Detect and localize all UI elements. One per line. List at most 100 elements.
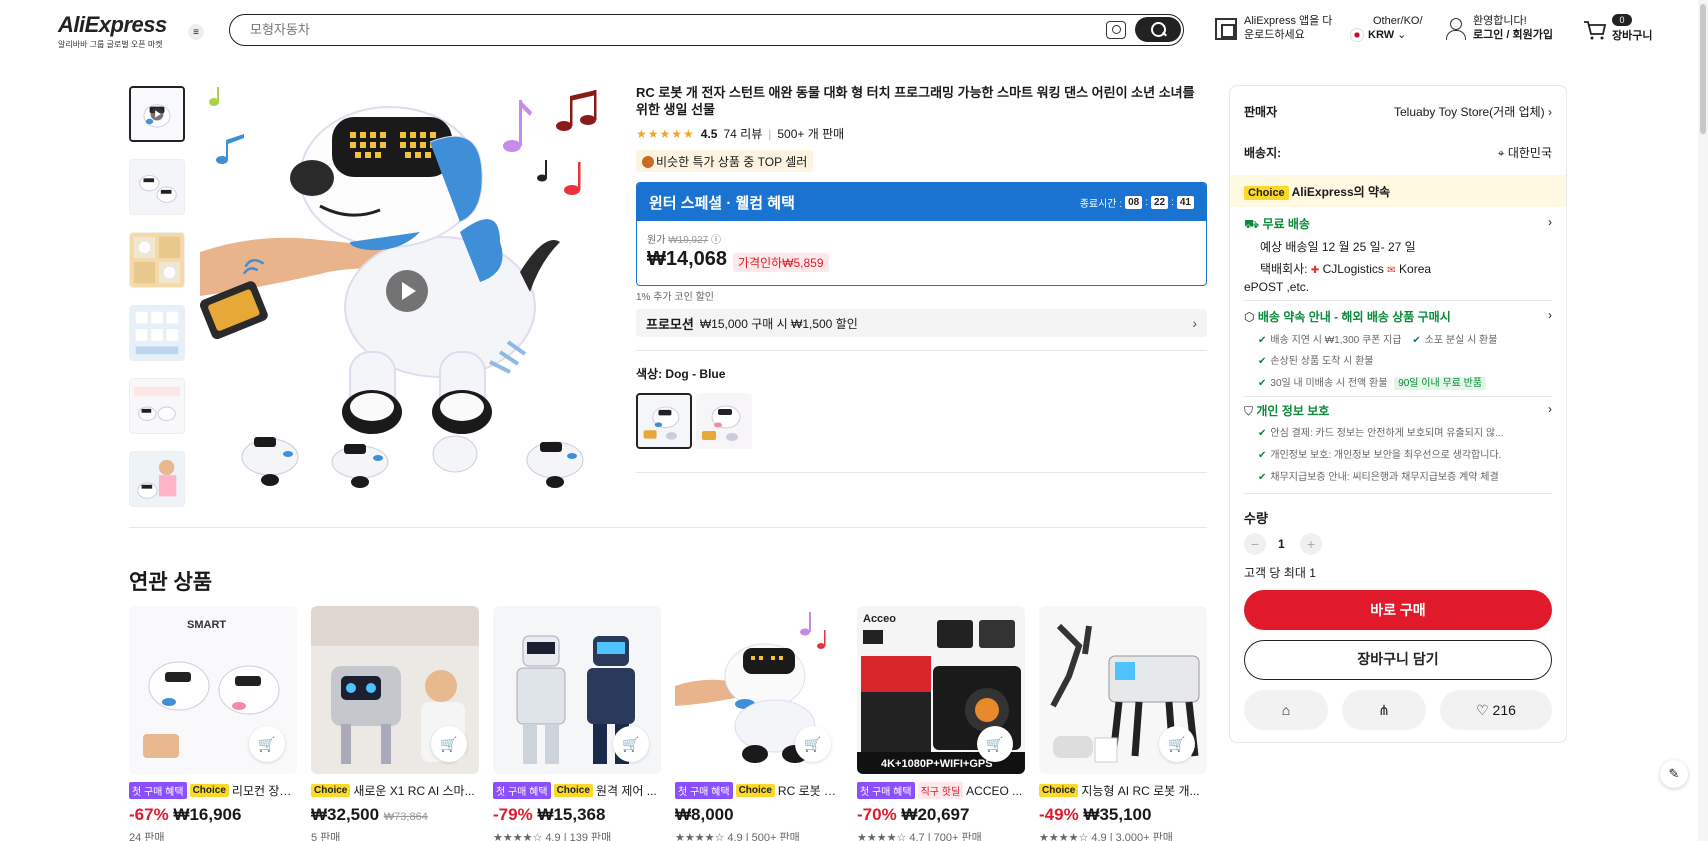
product-card[interactable]: 🛒 Choice 새로운 X1 RC AI 스마... ₩32,500 ₩73,… xyxy=(311,606,479,841)
product-card-image[interactable]: 🛒 xyxy=(311,606,479,774)
rating-stars-icon: ★★★★★ xyxy=(636,126,695,141)
purchase-limit: 고객 당 최대 1 xyxy=(1244,566,1316,580)
divider xyxy=(1244,396,1552,397)
add-to-cart-icon[interactable]: 🛒 xyxy=(1159,726,1195,762)
review-count-link[interactable]: 74 리뷰 xyxy=(723,125,762,142)
account-menu[interactable]: 환영합니다! 로그인 / 회원가입 xyxy=(1473,14,1553,42)
privacy-title: 개인 정보 보호 xyxy=(1256,404,1330,418)
scrollbar-thumb[interactable] xyxy=(1700,4,1706,134)
color-label: 색상: Dog - Blue xyxy=(636,367,726,381)
check-icon: ✔ xyxy=(1258,356,1267,367)
camera-search-icon[interactable] xyxy=(1106,21,1126,39)
thumbnail[interactable] xyxy=(129,451,185,507)
ship-to-country: 대한민국 xyxy=(1507,146,1552,160)
product-card[interactable]: 🛒 Choice 지능형 AI RC 로봇 개... -49% ₩35,100 … xyxy=(1039,606,1207,841)
direct-deal-tag: 직구 핫딜 xyxy=(917,782,964,799)
thumbnail[interactable] xyxy=(129,378,185,434)
add-to-cart-button[interactable]: 장바구니 담기 xyxy=(1244,640,1552,680)
choice-tag: Choice xyxy=(189,784,229,797)
product-card-price: -79% ₩15,368 xyxy=(493,805,661,825)
logo[interactable]: AliExpress 알리바바 그룹 글로벌 오픈 마켓 xyxy=(58,12,178,50)
app-download[interactable]: AliExpress 앱을 다 운로드하세요 xyxy=(1244,14,1332,42)
cart-icon[interactable] xyxy=(1583,20,1607,40)
add-to-cart-icon[interactable]: 🛒 xyxy=(613,726,649,762)
free-shipping-label: 무료 배송 xyxy=(1262,217,1310,231)
ship-to-value[interactable]: ⌖ 대한민국 xyxy=(1498,144,1552,161)
divider xyxy=(129,527,1207,528)
quantity-decrease-button[interactable]: − xyxy=(1244,533,1266,555)
add-to-cart-icon[interactable]: 🛒 xyxy=(977,726,1013,762)
store-button[interactable]: ⌂ xyxy=(1244,690,1328,730)
add-to-cart-icon[interactable]: 🛒 xyxy=(249,726,285,762)
original-price: ₩73,864 xyxy=(383,811,428,823)
product-card-image[interactable]: 🛒 xyxy=(675,606,843,774)
check-icon: ✔ xyxy=(1258,450,1267,461)
seller-name-link[interactable]: Teluaby Toy Store(거래 업체) › xyxy=(1394,103,1552,120)
ship-to-row[interactable]: 배송지: ⌖ 대한민국 xyxy=(1244,144,1552,161)
search-button[interactable] xyxy=(1135,17,1181,42)
region-selector[interactable]: Other/KO/ KRW ⌄ xyxy=(1350,14,1423,43)
product-card-image[interactable]: 🛒 xyxy=(1039,606,1207,774)
color-swatch-pink[interactable] xyxy=(696,393,752,449)
product-card-image[interactable]: Acceo 4K+1080P+WIFI+GPS 🛒 xyxy=(857,606,1025,774)
product-card-sold: ★★★★☆ 4.9 | 139 판매 xyxy=(493,832,612,841)
chevron-right-icon: › xyxy=(1548,105,1552,119)
login-link: 로그인 / 회원가입 xyxy=(1473,29,1554,41)
seller-row[interactable]: 판매자 Teluaby Toy Store(거래 업체) › xyxy=(1244,103,1552,120)
product-card[interactable]: 🛒 첫 구매 혜택 Choice RC 로봇 개... ₩8,000 ★★★★☆… xyxy=(675,606,843,841)
currency-label: KRW xyxy=(1368,29,1395,41)
check-icon: ✔ xyxy=(1258,335,1267,346)
product-card[interactable]: Acceo 4K+1080P+WIFI+GPS 🛒 첫 구매 혜택 직구 핫딜 A… xyxy=(857,606,1025,841)
carrier-row: 택배회사: ✚ CJLogistics ✉ Korea xyxy=(1260,260,1552,277)
top-seller-badge: 비슷한 특가 상품 중 TOP 셀러 xyxy=(636,150,814,172)
search-input[interactable] xyxy=(250,22,1030,37)
carrier-epost: ePOST ,etc. xyxy=(1244,280,1310,294)
delivery-guarantee-row[interactable]: ⬡ 배송 약속 안내 - 해외 배송 상품 구매시 › xyxy=(1244,308,1552,325)
cart-label[interactable]: 장바구니 xyxy=(1612,29,1652,43)
user-icon[interactable] xyxy=(1445,18,1466,40)
sale-price: ₩14,068 xyxy=(647,248,728,270)
product-card-image[interactable]: 🛒 xyxy=(493,606,661,774)
play-video-button[interactable] xyxy=(386,270,428,312)
korea-flag-icon xyxy=(1350,28,1364,43)
wishlist-button[interactable]: ♡ 216 xyxy=(1440,690,1552,730)
main-product-image[interactable] xyxy=(200,82,615,500)
thumbnail[interactable] xyxy=(129,232,185,288)
chevron-right-icon: › xyxy=(1192,315,1197,331)
privacy-row[interactable]: ⛉ 개인 정보 보호 › xyxy=(1244,402,1552,419)
discount-percent: -70% xyxy=(857,805,897,824)
guarantee-item: ✔ 배송 지연 시 ₩1,300 쿠폰 지급 ✔ 소포 분실 시 환불 xyxy=(1258,331,1552,346)
product-card[interactable]: SMART 🛒 첫 구매 혜택 Choice 리모컨 장난... -67% ₩1… xyxy=(129,606,297,841)
privacy-item: ✔ 개인정보 보호: 개인정보 보안을 최우선으로 생각합니다. xyxy=(1258,446,1552,461)
quantity-label: 수량 xyxy=(1244,511,1268,526)
menu-icon[interactable]: ≡ xyxy=(188,24,204,40)
cj-logo-icon: ✚ xyxy=(1310,265,1320,276)
product-card-name: 원격 제어 ... xyxy=(595,784,657,798)
buy-now-button[interactable]: 바로 구매 xyxy=(1244,590,1552,630)
quantity-increase-button[interactable]: + xyxy=(1300,533,1322,555)
product-card-image[interactable]: SMART 🛒 xyxy=(129,606,297,774)
info-icon[interactable]: ⓘ xyxy=(711,235,721,246)
edit-icon[interactable]: ✎ xyxy=(1660,760,1688,788)
discount-tag: 가격인하₩5,859 xyxy=(733,253,829,272)
share-button[interactable]: ⋔ xyxy=(1342,690,1426,730)
guarantee-item: ✔ 손상된 상품 도착 시 환불 xyxy=(1258,352,1552,367)
color-swatch-blue[interactable] xyxy=(636,393,692,449)
product-card-name: 리모컨 장난... xyxy=(231,784,297,798)
qr-code-icon[interactable] xyxy=(1215,18,1237,40)
share-icon: ⋔ xyxy=(1378,701,1390,718)
original-price-label: 원가 xyxy=(647,235,666,246)
product-card-price: -49% ₩35,100 xyxy=(1039,805,1207,825)
thumbnail[interactable] xyxy=(129,305,185,361)
seller-name: Teluaby Toy Store(거래 업체) xyxy=(1394,105,1545,119)
add-to-cart-icon[interactable]: 🛒 xyxy=(795,726,831,762)
promotion-row[interactable]: 프로모션 ₩15,000 구매 시 ₩1,500 할인 › xyxy=(636,309,1207,337)
original-price-value: ₩19,927 xyxy=(668,235,709,246)
box-icon: ⬡ xyxy=(1244,310,1255,324)
add-to-cart-icon[interactable]: 🛒 xyxy=(431,726,467,762)
thumbnail[interactable] xyxy=(129,159,185,215)
product-card[interactable]: 🛒 첫 구매 혜택 Choice 원격 제어 ... -79% ₩15,368 … xyxy=(493,606,661,841)
thumbnail[interactable] xyxy=(129,86,185,142)
guarantee-item: ✔ 30일 내 미배송 시 전액 환불 90일 이내 무료 반품 xyxy=(1258,374,1552,390)
free-shipping-row[interactable]: ⛟ 무료 배송 › xyxy=(1244,215,1552,233)
